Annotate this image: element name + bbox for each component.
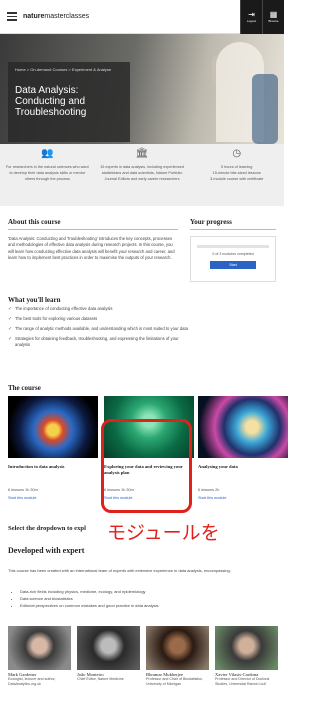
- brand-logo[interactable]: naturemasterclasses: [23, 13, 89, 20]
- logout-button[interactable]: ⇥ Logout: [240, 0, 262, 34]
- logout-label: Logout: [246, 18, 257, 23]
- developed-heading: Developed with expert: [8, 546, 85, 555]
- progress-heading: Your progress: [190, 218, 232, 226]
- module-card-1[interactable]: Introduction to data analysis 6 lessons …: [8, 396, 98, 500]
- about-text: 'Data Analysis: Conducting and Troublesh…: [8, 236, 175, 260]
- expert-role: Professor and Chair of Biostatistics, Un…: [146, 677, 203, 686]
- learn-item-text: Strategies for obtaining feedback, troub…: [15, 336, 179, 347]
- check-icon: ✓: [8, 336, 13, 342]
- check-icon: ✓: [8, 306, 13, 312]
- learn-heading: What you'll learn: [8, 296, 61, 304]
- browse-button[interactable]: ▦ Browse: [262, 0, 284, 34]
- start-module-link[interactable]: Start this module: [8, 496, 37, 500]
- avatar: [8, 626, 71, 670]
- list-item: Data-rich fields including physics, medi…: [20, 588, 159, 595]
- start-button[interactable]: Start: [210, 261, 256, 269]
- avatar: [146, 626, 209, 670]
- stat-experts-text: 15 experts in data analysis, including e…: [100, 165, 184, 181]
- people-icon: 👥: [41, 148, 54, 159]
- hero-image-equipment: [252, 74, 278, 144]
- learn-item-text: The best tools for exploring various dat…: [15, 316, 98, 321]
- expert-card[interactable]: João Monteiro Chief Editor, Nature Medic…: [77, 626, 140, 687]
- list-item: ✓ The importance of conducting effective …: [8, 306, 188, 312]
- stat-experts: 🏛 15 experts in data analysis, including…: [95, 148, 190, 206]
- expert-card[interactable]: Xavier Vilasis-Cardona Professor and Dir…: [215, 626, 278, 687]
- module-title[interactable]: Analysing your data: [198, 464, 288, 470]
- progress-bar: [197, 245, 269, 248]
- page-title: Data Analysis: Conducting and Troublesho…: [15, 85, 87, 118]
- stat-audience: 👥 For researchers in the natural science…: [0, 148, 95, 206]
- list-item: Editorial perspectives on common mistake…: [20, 602, 159, 609]
- clock-icon: ◷: [232, 148, 242, 159]
- brand-suffix: masterclasses: [44, 13, 90, 20]
- highlight-annotation: [101, 419, 192, 513]
- module-image[interactable]: [8, 396, 98, 458]
- start-module-link[interactable]: Start this module: [198, 496, 227, 500]
- list-item: ✓ The range of analytic methods available…: [8, 326, 188, 332]
- avatar: [215, 626, 278, 670]
- progress-panel: 0 of 3 modules completed Start: [190, 236, 276, 282]
- course-stats: 👥 For researchers in the natural science…: [0, 144, 284, 206]
- hero-banner: Home > On-demand Courses > Experiment & …: [0, 34, 284, 144]
- check-icon: ✓: [8, 316, 13, 322]
- about-heading: About this course: [8, 218, 61, 226]
- developed-text: This course has been created with an int…: [8, 568, 231, 573]
- module-card-3[interactable]: Analysing your data 6 lessons 2h Start t…: [198, 396, 288, 500]
- browse-icon: ▦: [269, 9, 278, 19]
- hero-title-card: Home > On-demand Courses > Experiment & …: [8, 62, 130, 142]
- breadcrumb[interactable]: Home > On-demand Courses > Experiment & …: [15, 67, 123, 73]
- menu-icon[interactable]: [7, 12, 17, 21]
- select-dropdown-heading: Select the dropdown to expl: [8, 525, 86, 532]
- module-title[interactable]: Introduction to data analysis: [8, 464, 98, 470]
- module-lessons: 6 lessons 1h 30m: [8, 488, 38, 492]
- expert-card[interactable]: Bhramar Mukherjee Professor and Chair of…: [146, 626, 209, 687]
- annotation-overlay-text: モジュールを: [107, 522, 220, 544]
- logout-icon: ⇥: [248, 9, 255, 19]
- expert-role: Chief Editor, Nature Medicine: [77, 677, 124, 681]
- list-item: ✓ Strategies for obtaining feedback, trou…: [8, 336, 188, 348]
- module-lessons: 6 lessons 2h: [198, 488, 220, 492]
- experts-row: Mark Gardener Ecologist, lecturer and au…: [8, 626, 280, 687]
- learn-list: ✓ The importance of conducting effective …: [8, 306, 188, 352]
- browse-label: Browse: [268, 18, 279, 23]
- developed-list: Data-rich fields including physics, medi…: [14, 588, 159, 609]
- module-image[interactable]: [198, 396, 288, 458]
- list-item: ✓ The best tools for exploring various da…: [8, 316, 188, 322]
- course-heading: The course: [8, 384, 41, 392]
- check-icon: ✓: [8, 326, 13, 332]
- list-item: Data science and biostatistics: [20, 595, 159, 602]
- top-navigation-bar: naturemasterclasses ⇥ Logout ▦ Browse: [0, 0, 284, 34]
- expert-card[interactable]: Mark Gardener Ecologist, lecturer and au…: [8, 626, 71, 687]
- stat-duration-text: 5 hours of learning 15-minute bite-sized…: [209, 165, 264, 181]
- divider: [8, 229, 178, 230]
- divider: [190, 229, 276, 230]
- stat-audience-text: For researchers in the natural sciences …: [5, 165, 89, 181]
- learn-item-text: The importance of conducting effective d…: [15, 306, 113, 311]
- stat-duration: ◷ 5 hours of learning 15-minute bite-siz…: [189, 148, 284, 206]
- brand-prefix: nature: [23, 13, 45, 20]
- learn-item-text: The range of analytic methods available,…: [15, 326, 188, 331]
- institution-icon: 🏛: [135, 148, 149, 159]
- progress-status: 0 of 3 modules completed: [212, 252, 254, 256]
- expert-role: Ecologist, lecturer and author, DataAnal…: [8, 677, 56, 686]
- expert-role: Professor and Director of Doctoral Studi…: [215, 677, 270, 686]
- avatar: [77, 626, 140, 670]
